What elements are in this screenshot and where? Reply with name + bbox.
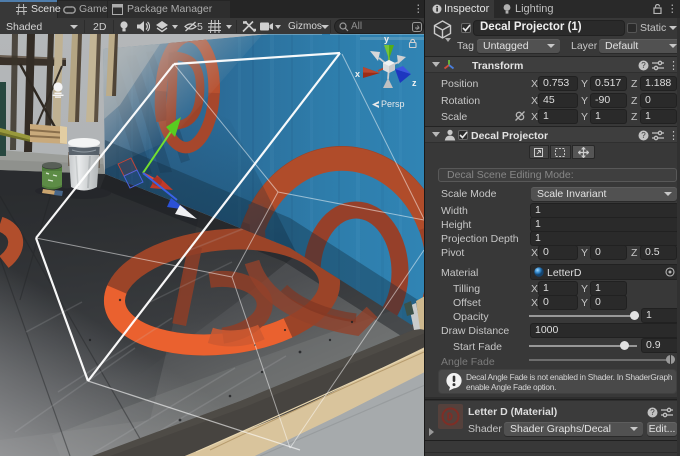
svg-text:x: x bbox=[355, 69, 360, 79]
svg-text:Persp: Persp bbox=[381, 99, 405, 109]
svg-text:?: ? bbox=[641, 61, 646, 70]
svg-text:?: ? bbox=[650, 408, 655, 417]
svg-text:z: z bbox=[412, 78, 417, 88]
svg-text:?: ? bbox=[641, 131, 646, 140]
svg-text:y: y bbox=[384, 34, 389, 44]
